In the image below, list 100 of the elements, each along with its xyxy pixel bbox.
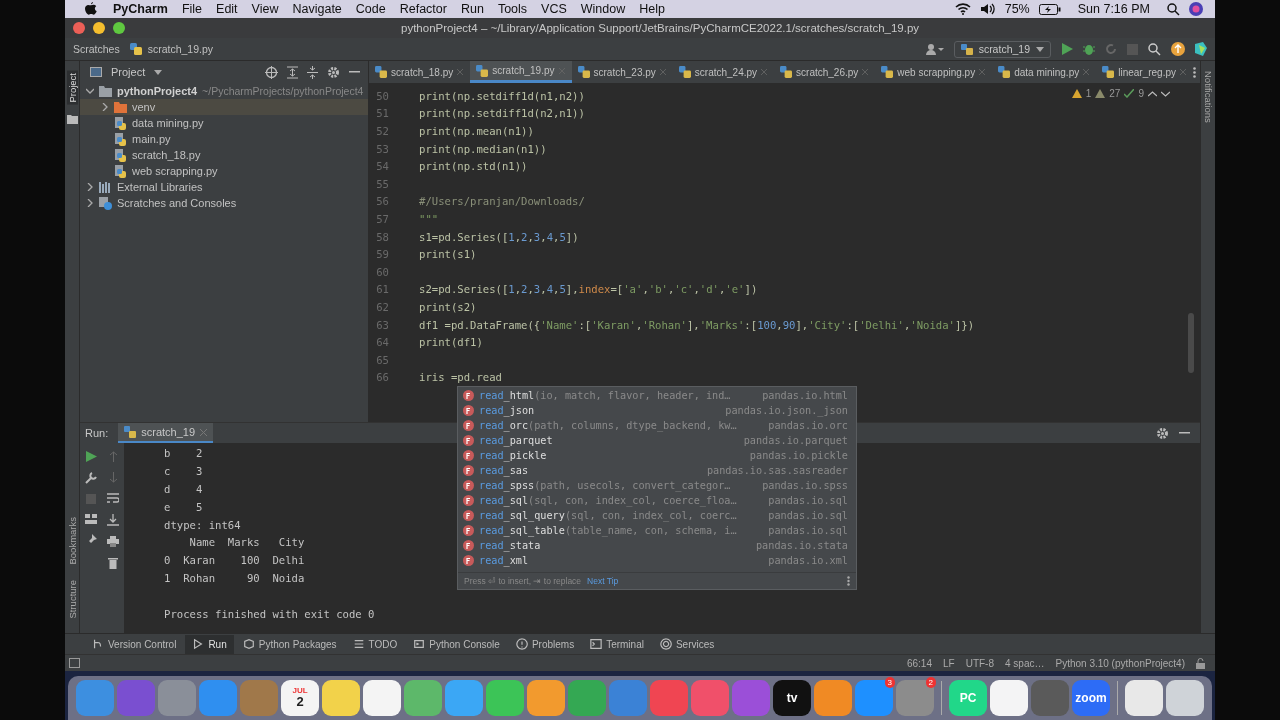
- logo-icon[interactable]: [1195, 42, 1207, 56]
- menu-item[interactable]: Navigate: [292, 2, 342, 16]
- tool-window-button[interactable]: Python Console: [406, 634, 507, 654]
- minimize-icon[interactable]: [1179, 432, 1190, 435]
- chevron-icon[interactable]: [86, 199, 94, 207]
- app-icon[interactable]: [990, 680, 1028, 716]
- status-item[interactable]: UTF-8: [965, 657, 994, 669]
- run-tab[interactable]: scratch_19: [118, 423, 214, 444]
- completion-item[interactable]: read_stata pandas.io.stata: [458, 538, 856, 553]
- run-icon[interactable]: [1061, 43, 1073, 55]
- menu-item[interactable]: View: [251, 2, 279, 16]
- tree-item[interactable]: pythonProject4 ~/PycharmProjects/pythonProject4: [80, 83, 368, 99]
- completion-item[interactable]: read_sql(sql, con, index_col, coerce_floa… pandas.io.sql: [458, 493, 856, 508]
- editor-tab[interactable]: scratch_23.py: [571, 61, 673, 83]
- tree-item[interactable]: Scratches and Consoles: [80, 195, 368, 211]
- scroll-to-end-icon[interactable]: [107, 514, 119, 527]
- app-icon[interactable]: [527, 680, 565, 716]
- status-item[interactable]: LF: [943, 657, 955, 669]
- tool-window-button[interactable]: Run: [185, 634, 234, 654]
- menu-app-name[interactable]: PyCharm: [113, 2, 168, 16]
- battery-icon[interactable]: [1038, 3, 1061, 15]
- print-icon[interactable]: [107, 536, 119, 548]
- completion-item[interactable]: read_parquet pandas.io.parquet: [458, 433, 856, 448]
- editor-tab[interactable]: scratch_26.py: [774, 61, 876, 83]
- completion-item[interactable]: read_sql_query(sql, con, index_col, coerc… pandas.io.sql: [458, 508, 856, 523]
- menu-item[interactable]: Run: [460, 2, 484, 16]
- app-icon[interactable]: [486, 680, 524, 716]
- completion-item[interactable]: read_sql_table(table_name, con, schema, i… pandas.io.sql: [458, 523, 856, 538]
- chevron-icon[interactable]: [86, 183, 94, 191]
- search-icon[interactable]: [1148, 42, 1161, 56]
- notifications-tool-tab[interactable]: Notifications: [1202, 71, 1214, 123]
- caret-icon[interactable]: [154, 69, 163, 75]
- tree-item[interactable]: data mining.py: [80, 115, 368, 131]
- user-icon[interactable]: [925, 43, 944, 55]
- app-icon[interactable]: [363, 680, 401, 716]
- collapse-all-icon[interactable]: [307, 65, 318, 79]
- window-controls-icon[interactable]: [73, 22, 125, 34]
- completion-item[interactable]: read_sas pandas.io.sas.sasreader: [458, 463, 856, 478]
- tree-item[interactable]: venv: [80, 99, 368, 115]
- app-icon[interactable]: [404, 680, 442, 716]
- bug-icon[interactable]: [1083, 43, 1095, 55]
- app-icon[interactable]: 2: [896, 680, 934, 716]
- completion-item[interactable]: read_html(io, match, flavor, header, ind… pandas.io.html: [458, 388, 856, 403]
- app-icon[interactable]: [322, 680, 360, 716]
- run-configuration-dropdown[interactable]: scratch_19: [953, 40, 1051, 58]
- tool-window-button[interactable]: Python Packages: [235, 634, 344, 654]
- editor-tab[interactable]: linear_reg.py: [1096, 61, 1193, 83]
- search-icon[interactable]: [1167, 2, 1180, 16]
- next-tip-link[interactable]: Next Tip: [587, 576, 619, 586]
- tool-window-button[interactable]: TODO: [345, 634, 405, 654]
- layout-icon[interactable]: [85, 514, 97, 525]
- side-tool-tab[interactable]: Bookmarks: [66, 516, 78, 565]
- editor-tab[interactable]: scratch_18.py: [369, 61, 471, 83]
- editor-tab[interactable]: scratch_19.py: [470, 61, 572, 83]
- completion-item[interactable]: read_json pandas.io.json._json: [458, 403, 856, 418]
- tool-window-button[interactable]: Version Control: [85, 634, 184, 654]
- trash-icon[interactable]: [108, 557, 118, 570]
- volume-icon[interactable]: [979, 3, 996, 15]
- completion-item[interactable]: read_spss(path, usecols, convert_categor… pandas.io.spss: [458, 478, 856, 493]
- soft-wrap-icon[interactable]: [107, 493, 119, 505]
- panel-title[interactable]: Project: [111, 66, 146, 78]
- app-icon[interactable]: 3: [855, 680, 893, 716]
- editor-tab[interactable]: scratch_24.py: [672, 61, 775, 83]
- locate-icon[interactable]: [265, 65, 278, 79]
- breadcrumb[interactable]: scratch_19.py: [147, 43, 214, 55]
- lock-icon[interactable]: [1196, 657, 1205, 669]
- app-icon[interactable]: [1125, 680, 1163, 716]
- status-item[interactable]: 4 spac…: [1005, 657, 1045, 669]
- completion-item[interactable]: read_orc(path, columns, dtype_backend, kw… pandas.io.orc: [458, 418, 856, 433]
- wifi-icon[interactable]: [954, 3, 971, 15]
- wrench-icon[interactable]: [85, 472, 97, 485]
- apple-icon[interactable]: [85, 2, 97, 16]
- folder-icon[interactable]: [66, 114, 78, 124]
- menu-item[interactable]: Window: [580, 2, 626, 16]
- inspection-widget[interactable]: 1 27 9: [1071, 88, 1170, 99]
- tree-item[interactable]: main.py: [80, 131, 368, 147]
- editor-tab[interactable]: web scrapping.py: [875, 61, 993, 83]
- update-icon[interactable]: [1171, 42, 1185, 56]
- settings-icon[interactable]: [1156, 426, 1169, 440]
- settings-icon[interactable]: [327, 65, 340, 79]
- tree-item[interactable]: web scrapping.py: [80, 163, 368, 179]
- status-item[interactable]: 66:14: [906, 657, 932, 669]
- orb-icon[interactable]: [1189, 2, 1203, 16]
- clock[interactable]: Sun 7:16 PM: [1077, 2, 1150, 16]
- tool-window-button[interactable]: Services: [652, 634, 722, 654]
- tree-item[interactable]: External Libraries: [80, 179, 368, 195]
- app-icon[interactable]: [1166, 680, 1204, 716]
- menu-item[interactable]: VCS: [541, 2, 567, 16]
- tree-item[interactable]: scratch_18.py: [80, 147, 368, 163]
- side-tool-tab[interactable]: Structure: [66, 580, 78, 619]
- expand-all-icon[interactable]: [287, 65, 298, 79]
- chevron-icon[interactable]: [101, 103, 109, 111]
- tool-window-button[interactable]: Problems: [508, 634, 582, 654]
- chevron-icon[interactable]: [86, 87, 94, 95]
- menu-item[interactable]: Help: [639, 2, 665, 16]
- menu-item[interactable]: Refactor: [399, 2, 447, 16]
- app-icon[interactable]: tv: [773, 680, 811, 716]
- layout-icon[interactable]: [69, 658, 80, 668]
- app-icon[interactable]: JUL 2: [281, 680, 319, 716]
- run-icon[interactable]: [85, 451, 97, 463]
